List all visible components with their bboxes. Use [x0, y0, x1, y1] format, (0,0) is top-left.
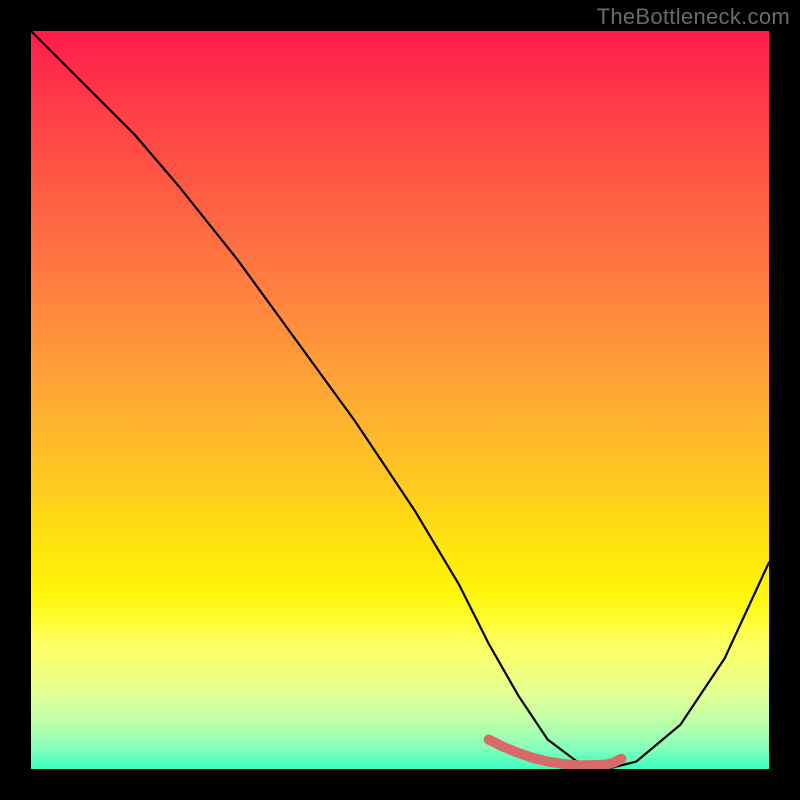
chart-frame: TheBottleneck.com — [0, 0, 800, 800]
watermark-text: TheBottleneck.com — [597, 4, 790, 30]
main-curve — [31, 31, 769, 769]
valley-highlight — [489, 740, 622, 766]
plot-area — [31, 31, 769, 769]
chart-overlay — [31, 31, 769, 769]
